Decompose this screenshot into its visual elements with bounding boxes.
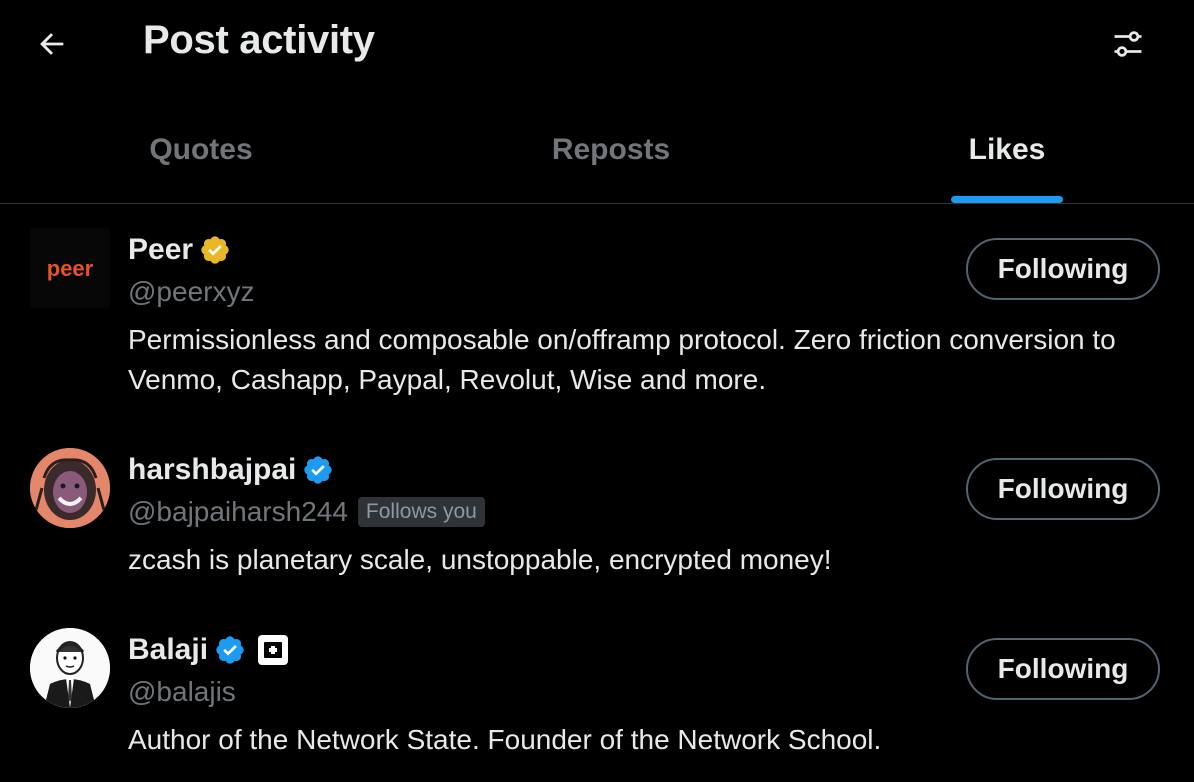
page-title: Post activity xyxy=(143,18,375,62)
following-button[interactable]: Following xyxy=(966,638,1160,700)
follows-you-badge: Follows you xyxy=(357,497,485,527)
display-name[interactable]: harshbajpai xyxy=(128,453,296,487)
avatar[interactable]: peer xyxy=(30,228,110,308)
display-name-row: harshbajpai xyxy=(128,450,334,490)
header: Post activity xyxy=(0,0,1194,90)
handle[interactable]: @bajpaiharsh244 xyxy=(128,496,348,528)
filter-button[interactable] xyxy=(1104,20,1152,68)
bio: zcash is planetary scale, unstoppable, e… xyxy=(128,544,832,575)
display-name-row: Balaji xyxy=(128,630,289,670)
tab-likes-label: Likes xyxy=(968,133,1046,166)
user-cell-peer[interactable]: peer Peer @peerxyz Permissionless and co… xyxy=(0,228,1194,418)
bio: Permissionless and composable on/offramp… xyxy=(128,324,1116,395)
avatar[interactable] xyxy=(30,448,110,528)
handle-row: @peerxyz xyxy=(128,272,254,312)
svg-text:peer: peer xyxy=(47,256,94,281)
following-button[interactable]: Following xyxy=(966,238,1160,300)
handle[interactable]: @peerxyz xyxy=(128,276,254,308)
tab-reposts[interactable]: Reposts xyxy=(402,100,820,203)
following-button[interactable]: Following xyxy=(966,458,1160,520)
tab-quotes[interactable]: Quotes xyxy=(0,100,402,203)
display-name-row: Peer xyxy=(128,230,231,270)
handle-row: @bajpaiharsh244 Follows you xyxy=(128,492,485,532)
post-activity-page: Post activity Quotes Reposts Likes peer … xyxy=(0,0,1194,782)
handle[interactable]: @balajis xyxy=(128,676,236,708)
avatar-illustration-icon xyxy=(30,628,110,708)
display-name[interactable]: Peer xyxy=(128,233,193,267)
display-name[interactable]: Balaji xyxy=(128,633,208,667)
handle-row: @balajis xyxy=(128,672,236,712)
peer-logo-icon: peer xyxy=(30,228,110,308)
blue-verified-badge-icon[interactable] xyxy=(302,454,334,486)
tab-bar: Quotes Reposts Likes xyxy=(0,100,1194,204)
active-tab-indicator xyxy=(951,196,1063,203)
tab-quotes-label: Quotes xyxy=(149,133,253,166)
avatar-illustration-icon xyxy=(30,448,110,528)
affiliate-badge-icon[interactable] xyxy=(258,635,289,665)
bio: Author of the Network State. Founder of … xyxy=(128,724,882,755)
blue-verified-badge-icon[interactable] xyxy=(214,634,246,666)
tab-likes[interactable]: Likes xyxy=(820,100,1194,203)
tab-reposts-label: Reposts xyxy=(551,133,671,166)
sliders-icon xyxy=(1114,31,1142,57)
arrow-left-icon xyxy=(40,33,64,55)
gold-verified-badge-icon[interactable] xyxy=(199,234,231,266)
back-button[interactable] xyxy=(28,20,76,68)
avatar[interactable] xyxy=(30,628,110,708)
user-cell-harshbajpai[interactable]: harshbajpai @bajpaiharsh244 Follows you … xyxy=(0,448,1194,588)
user-cell-balaji[interactable]: Balaji @balajis Author of the Network St… xyxy=(0,628,1194,768)
